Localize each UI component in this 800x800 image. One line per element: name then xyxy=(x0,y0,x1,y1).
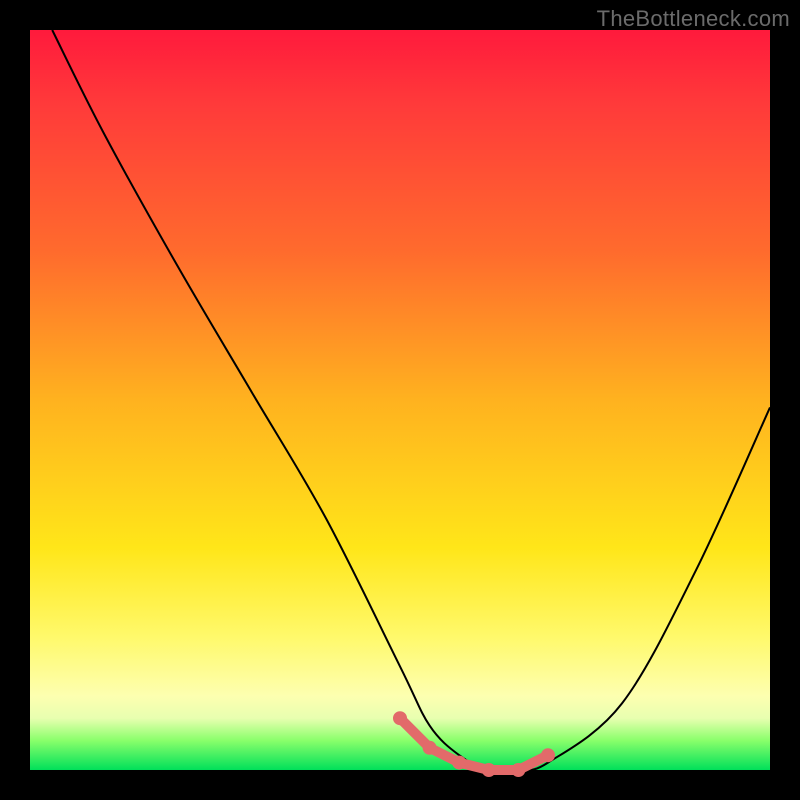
chart-frame: TheBottleneck.com xyxy=(0,0,800,800)
optimal-range-dot xyxy=(541,748,555,762)
watermark-text: TheBottleneck.com xyxy=(597,6,790,32)
optimal-range-dot xyxy=(511,763,525,777)
optimal-range-dot xyxy=(482,763,496,777)
curve-svg xyxy=(30,30,770,770)
optimal-range-dot xyxy=(452,756,466,770)
optimal-range-dot xyxy=(393,711,407,725)
optimal-range-line xyxy=(400,718,548,770)
bottleneck-curve xyxy=(52,30,770,771)
plot-area xyxy=(30,30,770,770)
optimal-range-dot xyxy=(423,741,437,755)
